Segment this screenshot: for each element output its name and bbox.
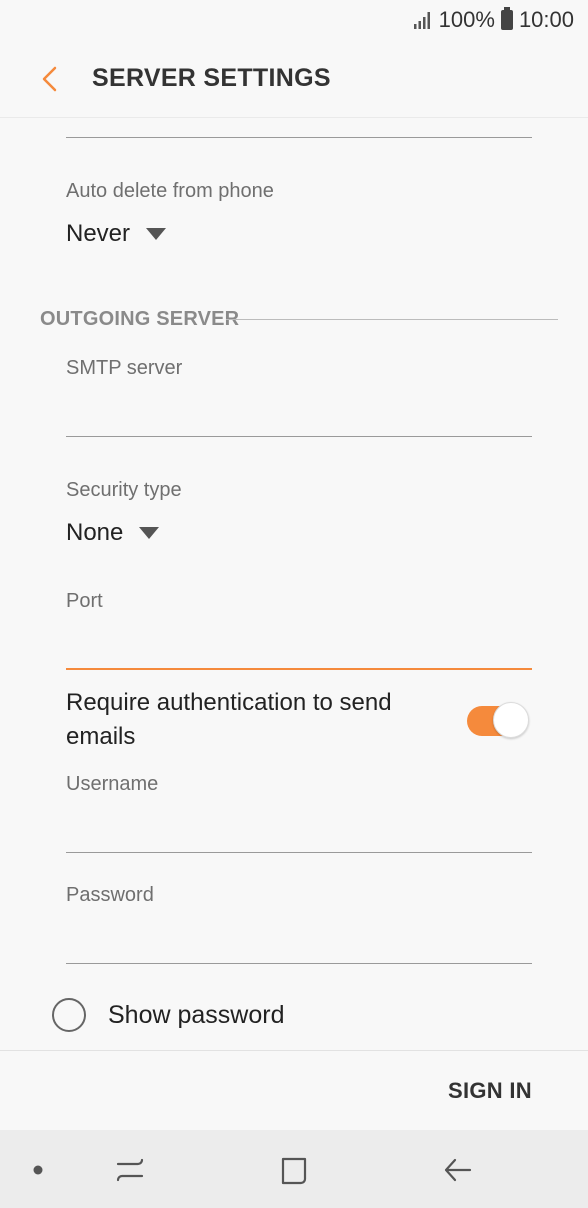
battery-icon (500, 7, 513, 30)
signal-icon (413, 12, 430, 29)
chevron-left-icon (42, 66, 57, 91)
auto-delete-dropdown[interactable]: Never (66, 220, 167, 248)
password-label: Password (66, 884, 154, 906)
section-header-outgoing: OUTGOING SERVER (40, 308, 240, 330)
password-input[interactable] (66, 919, 532, 959)
auto-delete-label: Auto delete from phone (66, 180, 274, 202)
port-input[interactable] (66, 626, 532, 666)
field-underline (66, 963, 532, 964)
security-type-value: None (66, 519, 124, 546)
field-underline-focused (66, 668, 532, 670)
status-bar: 100% 10:00 (0, 0, 588, 40)
port-label: Port (66, 590, 103, 612)
page-title: SERVER SETTINGS (92, 64, 331, 92)
auto-delete-value: Never (66, 220, 131, 247)
home-icon[interactable] (274, 1150, 314, 1190)
show-password-label: Show password (108, 1000, 285, 1029)
show-password-option[interactable]: Show password (52, 998, 284, 1032)
field-underline (66, 852, 532, 853)
battery-percent: 100% (438, 7, 495, 32)
username-label: Username (66, 773, 159, 795)
security-type-label: Security type (66, 479, 182, 501)
toggle-knob (493, 702, 529, 738)
require-auth-toggle[interactable] (467, 702, 529, 740)
security-type-dropdown[interactable]: None (66, 519, 160, 547)
system-nav-bar (0, 1130, 588, 1208)
sign-in-button[interactable]: SIGN IN (448, 1078, 532, 1104)
field-underline (66, 436, 532, 437)
footer-bar: SIGN IN (0, 1050, 588, 1130)
section-divider (226, 319, 558, 320)
require-auth-label: Require authentication to send emails (66, 689, 392, 750)
dropdown-arrow-icon (146, 228, 167, 240)
settings-content[interactable]: Auto delete from phone Never OUTGOING SE… (0, 118, 588, 1050)
dot-icon[interactable] (18, 1150, 58, 1190)
recent-apps-icon[interactable] (110, 1150, 150, 1190)
smtp-server-label: SMTP server (66, 357, 183, 379)
app-header: SERVER SETTINGS (0, 40, 588, 118)
dropdown-arrow-icon (139, 527, 160, 539)
smtp-server-input[interactable] (66, 392, 532, 432)
show-password-radio[interactable] (52, 998, 86, 1032)
back-icon[interactable] (438, 1150, 478, 1190)
username-input[interactable] (66, 808, 532, 848)
back-button[interactable] (20, 49, 80, 109)
clock: 10:00 (518, 7, 574, 32)
field-underline (66, 137, 532, 138)
